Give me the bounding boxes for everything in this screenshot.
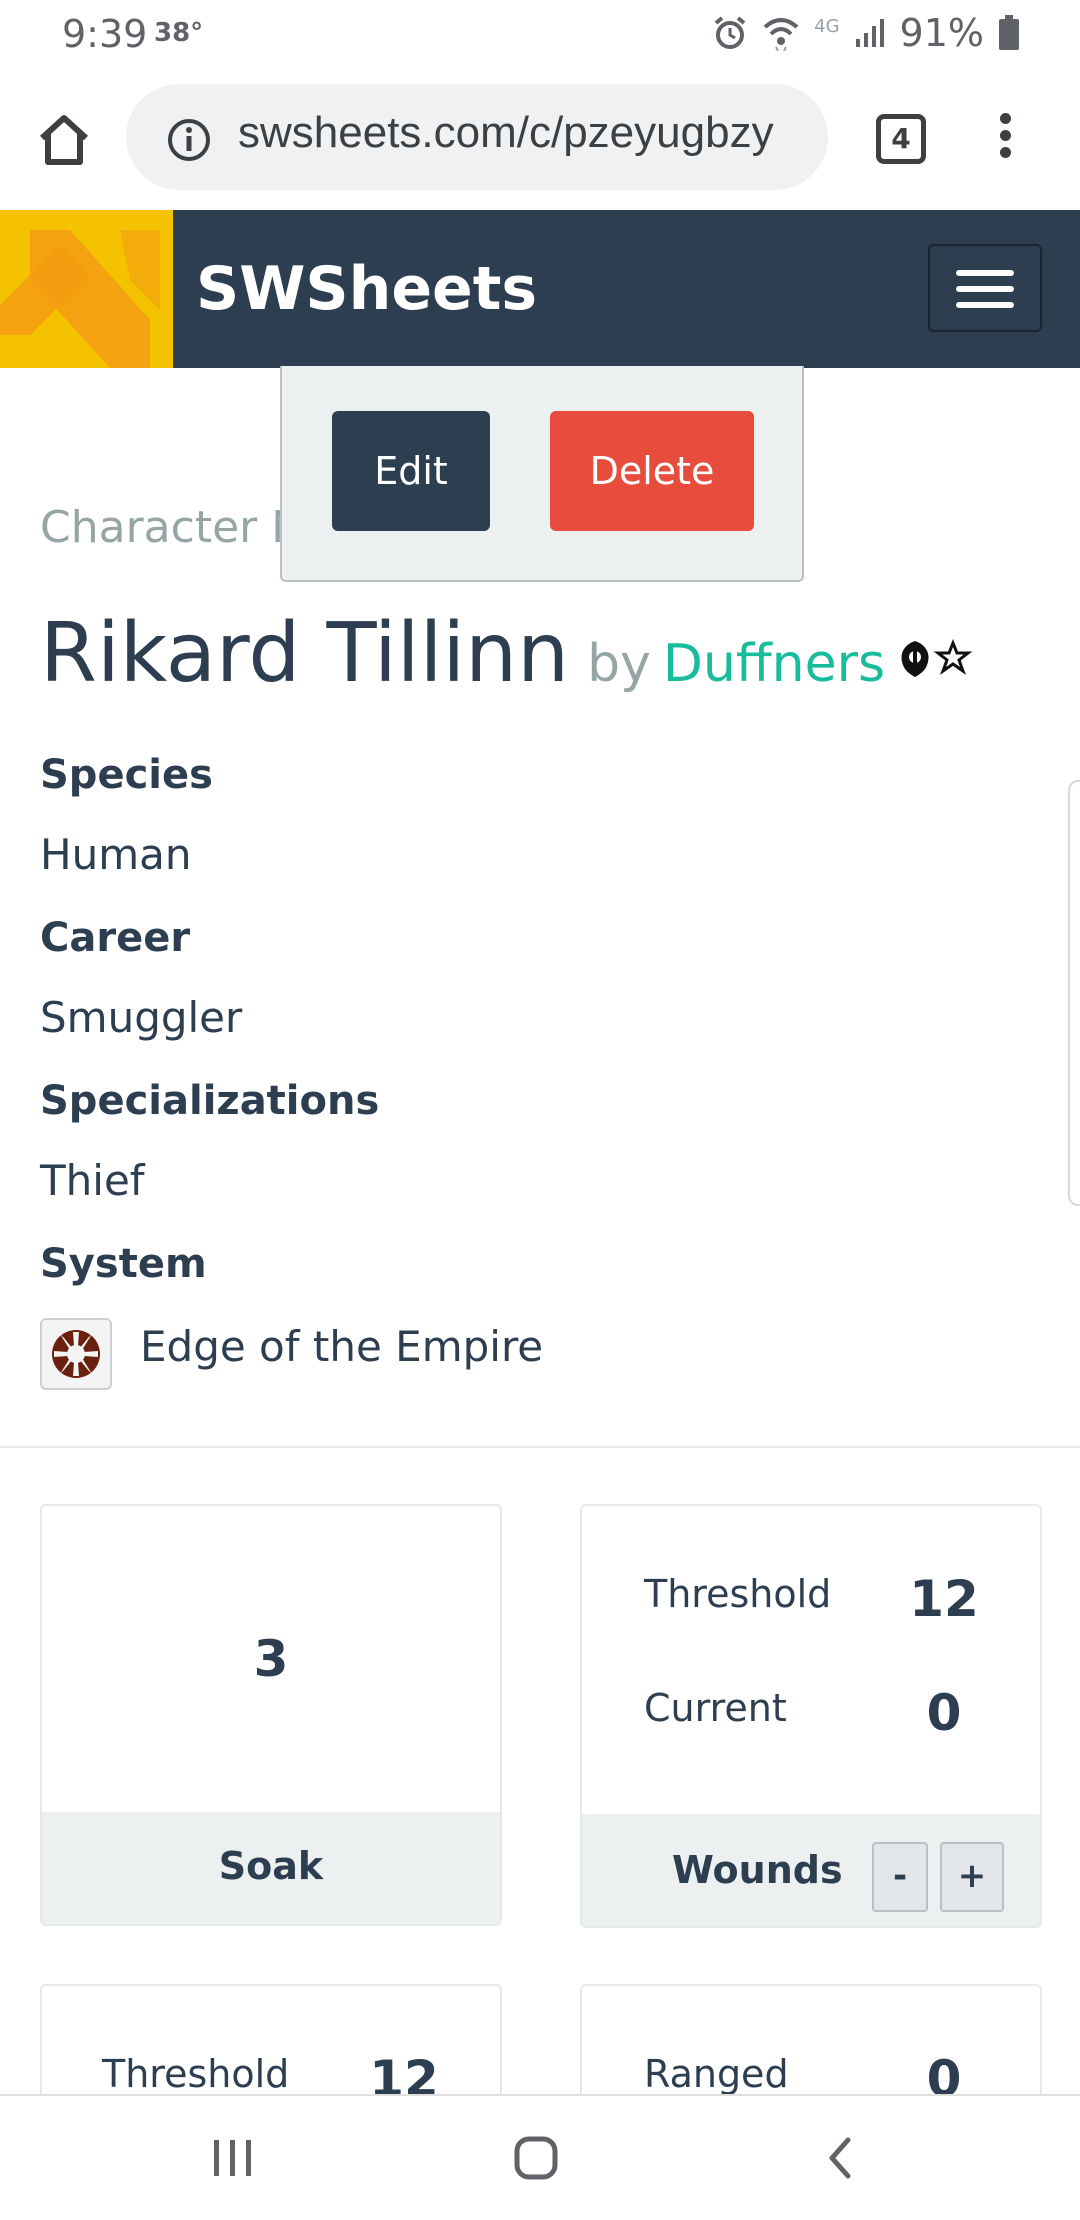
status-temperature: 38°	[154, 18, 204, 48]
action-dropdown: Edit Delete	[280, 366, 804, 582]
url-text[interactable]: swsheets.com/c/pzeyugbzy	[238, 108, 774, 158]
wounds-current-value: 0	[926, 1684, 962, 1742]
battery-icon	[999, 15, 1019, 50]
author-link[interactable]: Duffners	[663, 634, 885, 694]
alarm-icon	[714, 16, 746, 49]
delete-button[interactable]: Delete	[550, 411, 754, 531]
empire-icon	[40, 1318, 112, 1390]
wounds-label: Wounds	[672, 1848, 843, 1892]
soak-footer: Soak	[42, 1812, 500, 1924]
species-value: Human	[40, 830, 192, 879]
wounds-increment-button[interactable]: +	[940, 1842, 1004, 1912]
rebel-icon	[901, 641, 929, 677]
status-icons: 4G 91%	[712, 10, 1020, 56]
strain-threshold-label: Threshold	[102, 2052, 290, 2096]
career-label: Career	[40, 915, 191, 961]
species-label: Species	[40, 752, 213, 798]
system-value: Edge of the Empire	[140, 1322, 544, 1371]
wounds-decrement-button[interactable]: -	[872, 1842, 928, 1912]
home-icon[interactable]	[34, 110, 94, 170]
recent-apps-icon[interactable]	[210, 2136, 256, 2180]
character-name: Rikard Tillinn	[40, 606, 570, 701]
tab-switcher-button[interactable]: 4	[876, 114, 926, 164]
soak-value: 3	[253, 1630, 289, 1688]
system-label: System	[40, 1241, 207, 1287]
specializations-label: Specializations	[40, 1078, 380, 1124]
star-icon	[933, 638, 973, 675]
side-drawer-handle[interactable]	[1068, 780, 1080, 1206]
navbar-toggle-button[interactable]	[928, 244, 1042, 332]
back-icon[interactable]	[822, 2134, 858, 2182]
character-title: Rikard Tillinn by Duffners	[40, 606, 975, 701]
soak-label: Soak	[218, 1844, 324, 1888]
browser-toolbar: swsheets.com/c/pzeyugbzy 4	[0, 70, 1080, 210]
by-label: by	[587, 634, 651, 694]
character-name-label: Character N	[40, 502, 305, 553]
network-type: 4G	[814, 15, 840, 37]
soak-card: 3 Soak	[40, 1504, 502, 1926]
wounds-threshold-value: 12	[909, 1570, 979, 1628]
wifi-icon	[763, 18, 799, 51]
career-value: Smuggler	[40, 993, 243, 1042]
system-navigation-bar	[0, 2094, 1080, 2220]
edit-button[interactable]: Edit	[332, 411, 490, 531]
battery-percent: 91%	[899, 11, 984, 55]
site-navbar: SWSheets	[0, 210, 1080, 368]
more-vert-icon[interactable]	[990, 110, 1020, 170]
signal-icon	[855, 19, 884, 47]
wounds-footer: Wounds - +	[582, 1814, 1040, 1926]
status-bar: 9:39 38° 4G 91%	[0, 0, 1080, 70]
section-divider	[0, 1446, 1080, 1448]
site-logo[interactable]	[0, 210, 173, 368]
brand-name[interactable]: SWSheets	[196, 254, 537, 324]
wounds-current-label: Current	[644, 1686, 787, 1730]
url-bar[interactable]: swsheets.com/c/pzeyugbzy	[126, 84, 828, 190]
home-circle-icon[interactable]	[512, 2134, 560, 2182]
wounds-threshold-label: Threshold	[644, 1572, 832, 1616]
info-icon[interactable]	[166, 117, 212, 163]
specializations-value: Thief	[40, 1156, 145, 1205]
wounds-card: Threshold 12 Current 0 Wounds - +	[580, 1504, 1042, 1928]
defense-ranged-label: Ranged	[644, 2052, 789, 2096]
status-time: 9:39	[62, 12, 148, 56]
author-badges	[901, 638, 973, 677]
